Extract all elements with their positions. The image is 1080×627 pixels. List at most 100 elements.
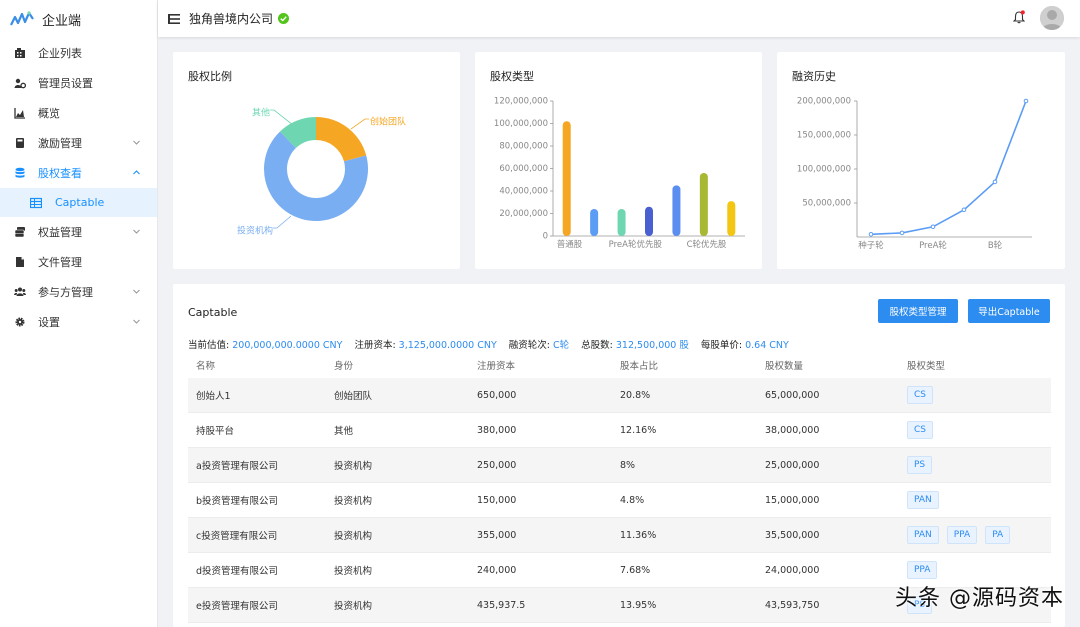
group-icon: [14, 286, 26, 298]
line-point[interactable]: [899, 230, 905, 236]
column-header: 股本占比: [620, 361, 659, 372]
equity-type-tag[interactable]: PAN: [907, 526, 939, 544]
gear-icon: [14, 316, 26, 328]
table-header: 名称 身份 注册资本 股本占比 股权数量 股权类型: [188, 352, 1051, 378]
equity-type-tag[interactable]: PS: [907, 456, 933, 474]
cell-name: e投资管理有限公司: [196, 601, 278, 612]
cell-ratio: 13.95%: [620, 599, 657, 611]
line-point[interactable]: [868, 231, 874, 237]
valuation-summary: 当前估值: 200,000,000.0000 CNY: [188, 340, 343, 351]
chevron-down-icon[interactable]: [132, 317, 141, 326]
cell-role: 其他: [334, 426, 354, 437]
cell-capital: 380,000: [477, 424, 517, 436]
equity-type-tag[interactable]: PPA: [946, 526, 978, 544]
cell-capital: 650,000: [477, 389, 517, 401]
bar[interactable]: [699, 173, 708, 236]
chevron-up-icon[interactable]: [132, 168, 141, 177]
line-point[interactable]: [1023, 98, 1029, 104]
bar[interactable]: [617, 209, 626, 236]
bar[interactable]: [645, 206, 653, 236]
sidebar-item-label: 设置: [38, 316, 60, 329]
bell-icon[interactable]: [1013, 10, 1025, 24]
building-icon: [14, 47, 26, 59]
line-series: [870, 100, 1027, 236]
pie-label-line: [350, 118, 369, 130]
chevron-down-icon[interactable]: [132, 138, 141, 147]
book-icon: [14, 137, 26, 149]
sidebar-item-5[interactable]: 权益管理: [0, 217, 157, 247]
chevron-down-icon[interactable]: [132, 287, 141, 296]
sidebar-item-6[interactable]: 文件管理: [0, 247, 157, 277]
y-tick-label: 60,000,000: [499, 164, 548, 174]
equity-type-tag[interactable]: PPA: [907, 561, 938, 579]
watermark: 头条 @源码资本: [895, 586, 1064, 611]
export-captable-button[interactable]: 导出Captable: [968, 299, 1050, 323]
sidebar-item-label: 管理员设置: [38, 77, 93, 90]
cell-types: PAN PPA PA: [907, 526, 1051, 544]
cell-types: PS: [907, 456, 1051, 474]
cell-name: 创始人1: [196, 391, 231, 402]
y-tick-label: 150,000,000: [797, 131, 851, 141]
line-point[interactable]: [992, 179, 998, 185]
cell-capital: 250,000: [477, 459, 517, 471]
valuation-value: 200,000,000.0000 CNY: [232, 340, 343, 351]
y-tick-label: 50,000,000: [802, 199, 851, 209]
company-name: 独角兽境内公司: [189, 12, 274, 26]
x-tick-label: PreA轮: [919, 240, 947, 251]
sidebar-subitem-captable[interactable]: Captable: [0, 188, 157, 217]
line-point[interactable]: [930, 224, 936, 230]
x-tick-label: 普通股: [557, 239, 583, 250]
cell-capital: 240,000: [477, 564, 517, 576]
equity-type-tag[interactable]: CS: [907, 421, 933, 439]
sidebar-item-4[interactable]: 股权查看: [0, 158, 157, 188]
pie-label: 其他: [252, 107, 270, 119]
menu-icon[interactable]: [168, 13, 180, 24]
cell-name: a投资管理有限公司: [196, 461, 278, 472]
bar[interactable]: [562, 121, 571, 236]
bar[interactable]: [590, 209, 599, 236]
cell-role: 投资机构: [334, 461, 373, 472]
price-value: 0.64 CNY: [745, 340, 789, 351]
sidebar-item-3[interactable]: 激励管理: [0, 128, 157, 158]
table-row: b投资管理有限公司 投资机构 150,000 4.8% 15,000,000 PAN: [188, 483, 1051, 518]
column-header: 股权类型: [907, 361, 946, 372]
cell-role: 投资机构: [334, 601, 373, 612]
y-tick-label: 40,000,000: [499, 187, 548, 197]
table-row: 持股平台 其他 380,000 12.16% 38,000,000 CS: [188, 413, 1051, 448]
cell-name: d投资管理有限公司: [196, 566, 279, 577]
shares-summary: 总股数: 312,500,000 股: [581, 340, 689, 351]
sidebar-item-8[interactable]: 设置: [0, 307, 157, 337]
sidebar-item-2[interactable]: 概览: [0, 98, 157, 128]
chevron-down-icon[interactable]: [132, 227, 141, 236]
equity-type-tag[interactable]: PA: [985, 526, 1011, 544]
brand[interactable]: 企业端: [0, 0, 157, 38]
users-cog-icon: [14, 77, 26, 89]
table-row: a投资管理有限公司 投资机构 250,000 8% 25,000,000 PS: [188, 448, 1051, 483]
round-value: C轮: [553, 340, 570, 351]
cell-count: 43,593,750: [765, 599, 820, 611]
sidebar-item-label: 概览: [38, 107, 60, 120]
cell-capital: 355,000: [477, 529, 517, 541]
sidebar-item-label: 权益管理: [38, 226, 82, 239]
avatar[interactable]: [1040, 6, 1064, 30]
cell-role: 投资机构: [334, 531, 373, 542]
pie-label: 创始团队: [370, 116, 406, 128]
captable-title: Captable: [188, 306, 238, 319]
sidebar-item-1[interactable]: 管理员设置: [0, 68, 157, 98]
sidebar: 企业端 企业列表管理员设置概览激励管理 股权查看 Captable 权益管理文件管理参…: [0, 0, 158, 627]
user-avatar-icon: [1040, 6, 1064, 30]
layers-icon: [14, 226, 26, 238]
pie-label-line: [273, 215, 292, 229]
bar[interactable]: [672, 185, 681, 236]
equity-type-tag[interactable]: PAN: [907, 491, 939, 509]
equity-type-manage-button[interactable]: 股权类型管理: [878, 299, 958, 323]
cell-types: CS: [907, 386, 1051, 404]
bar[interactable]: [727, 201, 736, 236]
sidebar-item-7[interactable]: 参与方管理: [0, 277, 157, 307]
x-tick-label: PreA轮优先股: [609, 239, 663, 250]
equity-type-tag[interactable]: CS: [907, 386, 933, 404]
line-point[interactable]: [961, 207, 967, 213]
capital-summary: 注册资本: 3,125,000.0000 CNY: [354, 340, 497, 351]
cell-capital: 150,000: [477, 494, 517, 506]
sidebar-item-0[interactable]: 企业列表: [0, 38, 157, 68]
